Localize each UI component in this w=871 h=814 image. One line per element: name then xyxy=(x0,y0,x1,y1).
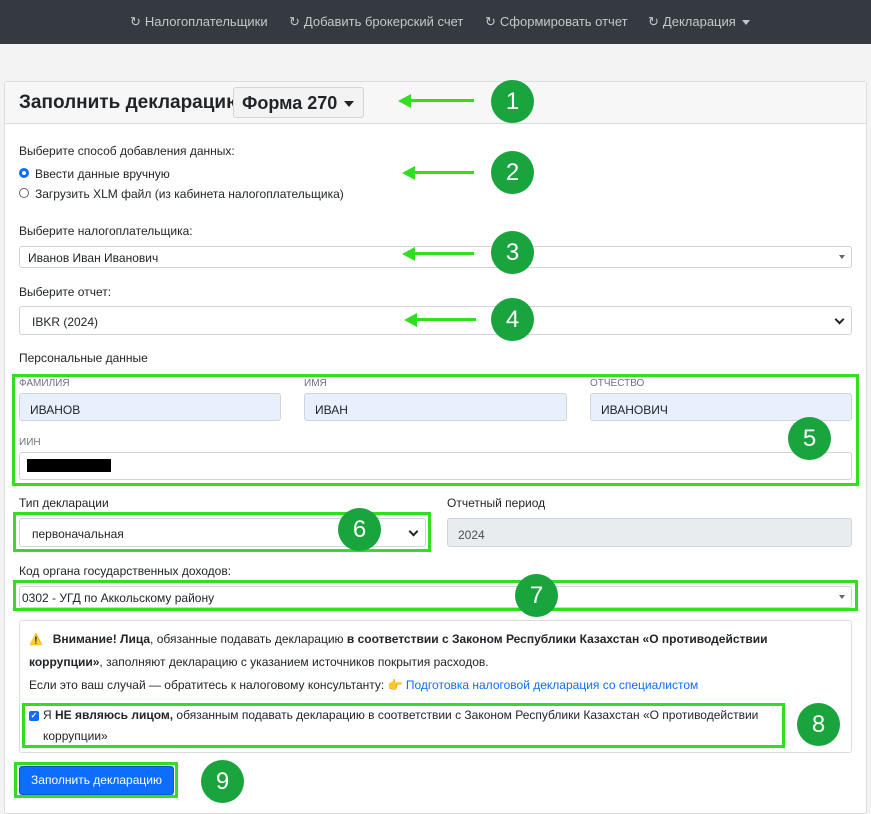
method-label: Выберите способ добавления данных: xyxy=(19,144,235,158)
select-arrow-icon xyxy=(839,255,845,259)
warning-bold-2: в соответствии с Законом Республики Каза… xyxy=(346,632,768,646)
taxpayer-label: Выберите налогоплательщика: xyxy=(19,224,193,238)
warning-line-2: коррупции», заполняют декларацию с указа… xyxy=(29,650,489,674)
warning-bold-1: Внимание! Лица xyxy=(52,632,151,646)
decl-type-label: Тип декларации xyxy=(19,496,109,510)
consultant-link[interactable]: Подготовка налоговой декларация со специ… xyxy=(406,678,698,692)
annotation-arrow xyxy=(414,252,474,255)
warning-text-2: , заполняют декларацию с указанием источ… xyxy=(99,655,489,669)
annotation-badge-4: 4 xyxy=(491,298,534,341)
highlight-box-authority xyxy=(13,580,858,611)
annotation-arrow xyxy=(414,171,474,174)
annotation-badge-6: 6 xyxy=(338,508,381,551)
radio-upload-xml[interactable] xyxy=(19,188,29,198)
authority-label: Код органа государственных доходов: xyxy=(19,564,232,578)
annotation-badge-1: 1 xyxy=(491,80,534,123)
highlight-box-submit xyxy=(14,762,178,798)
taxpayer-select-value: Иванов Иван Иванович xyxy=(28,251,159,265)
taxpayer-select[interactable]: Иванов Иван Иванович xyxy=(19,246,852,268)
warning-text-3: Если это ваш случай — обратитесь к налог… xyxy=(29,678,385,692)
refresh-icon: ↻ xyxy=(648,14,659,29)
annotation-badge-2: 2 xyxy=(491,151,534,194)
nav-generate-report-label: Сформировать отчет xyxy=(499,14,628,29)
form-dropdown-button[interactable]: Форма 270 xyxy=(233,87,364,118)
report-label: Выберите отчет: xyxy=(19,285,112,299)
period-field: 2024 xyxy=(447,518,852,547)
nav-generate-report[interactable]: ↻ Сформировать отчет xyxy=(485,14,628,30)
refresh-icon: ↻ xyxy=(485,14,496,29)
personal-data-label: Персональные данные xyxy=(19,351,148,365)
annotation-badge-5: 5 xyxy=(788,417,831,460)
report-select-value: IBKR (2024) xyxy=(32,315,99,329)
page-title: Заполнить декларацию xyxy=(19,92,243,113)
warning-icon: ⚠️ xyxy=(29,634,43,646)
nav-declaration-dropdown[interactable]: ↻ Декларация xyxy=(648,14,750,30)
warning-line-3: Если это ваш случай — обратитесь к налог… xyxy=(29,673,698,697)
pointing-hand-icon: 👉 xyxy=(387,678,403,692)
caret-down-icon xyxy=(741,20,750,26)
form-dropdown-label: Форма 270 xyxy=(242,93,338,113)
nav-add-broker-account-label: Добавить брокерский счет xyxy=(303,14,464,29)
warning-text-1: , обязанные подавать декларацию xyxy=(150,632,347,646)
warning-bold-3: коррупции» xyxy=(29,655,100,669)
annotation-arrow xyxy=(410,99,474,102)
nav-add-broker-account[interactable]: ↻ Добавить брокерский счет xyxy=(289,14,463,30)
period-label: Отчетный период xyxy=(447,496,546,510)
nav-declaration-label: Декларация xyxy=(662,14,736,29)
caret-down-icon xyxy=(344,101,354,107)
radio-manual[interactable] xyxy=(19,168,29,178)
highlight-box-personal xyxy=(12,374,859,486)
nav-taxpayers[interactable]: ↻ Налогоплательщики xyxy=(130,14,268,30)
refresh-icon: ↻ xyxy=(289,14,300,29)
annotation-badge-7: 7 xyxy=(515,574,558,617)
warning-text: ⚠️ Внимание! Лица, обязанные подавать де… xyxy=(29,627,844,652)
annotation-badge-8: 8 xyxy=(797,703,840,746)
radio-upload-xml-label[interactable]: Загрузить XLM файл (из кабинета налогопл… xyxy=(35,187,344,201)
annotation-badge-3: 3 xyxy=(491,231,534,274)
nav-taxpayers-label: Налогоплательщики xyxy=(144,14,268,29)
chevron-down-icon xyxy=(834,314,845,324)
annotation-arrow xyxy=(416,318,476,321)
radio-manual-label[interactable]: Ввести данные вручную xyxy=(35,167,170,181)
annotation-badge-9: 9 xyxy=(201,760,244,803)
refresh-icon: ↻ xyxy=(130,14,141,29)
highlight-box-confirm xyxy=(22,703,785,748)
